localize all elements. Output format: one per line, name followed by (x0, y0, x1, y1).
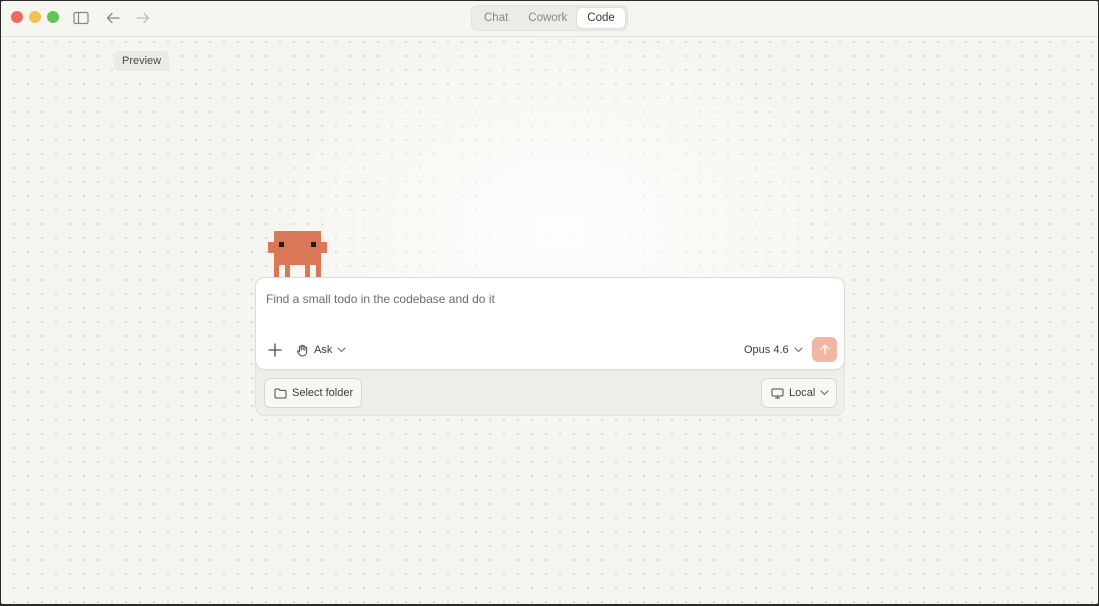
tab-code[interactable]: Code (577, 8, 625, 28)
hand-icon (296, 344, 308, 356)
maximize-window-button[interactable] (47, 11, 59, 23)
add-attachment-button[interactable] (266, 341, 284, 359)
sidebar-toggle-icon[interactable] (71, 8, 91, 28)
environment-label: Local (789, 387, 816, 399)
prompt-input[interactable]: Find a small todo in the codebase and do… (266, 292, 495, 306)
composer: Find a small todo in the codebase and do… (255, 277, 845, 416)
send-button[interactable] (812, 337, 837, 362)
environment-selector[interactable]: Local (761, 378, 837, 408)
chevron-down-icon (820, 390, 829, 396)
pixel-mascot-icon (268, 231, 328, 277)
model-label: Opus 4.6 (744, 344, 789, 356)
close-window-button[interactable] (11, 11, 23, 23)
back-arrow-icon[interactable] (103, 8, 123, 28)
tab-cowork[interactable]: Cowork (518, 8, 577, 28)
prompt-box[interactable]: Find a small todo in the codebase and do… (255, 277, 845, 370)
app-window: Chat Cowork Code Preview Find a small to… (1, 1, 1098, 604)
plus-icon (268, 343, 282, 357)
select-folder-label: Select folder (292, 387, 354, 399)
chevron-down-icon (337, 347, 346, 353)
ask-mode-label: Ask (314, 344, 333, 356)
minimize-window-button[interactable] (29, 11, 41, 23)
forward-arrow-icon[interactable] (133, 8, 153, 28)
monitor-icon (771, 388, 784, 398)
folder-icon (274, 388, 287, 398)
tab-chat[interactable]: Chat (474, 8, 518, 28)
ask-mode-button[interactable]: Ask (296, 341, 346, 359)
model-selector[interactable]: Opus 4.6 (744, 341, 803, 359)
select-folder-button[interactable]: Select folder (264, 378, 362, 408)
arrow-up-icon (820, 344, 829, 355)
chevron-down-icon (794, 347, 803, 353)
mode-switcher: Chat Cowork Code (471, 5, 628, 31)
title-bar: Chat Cowork Code (1, 1, 1098, 37)
preview-badge: Preview (114, 51, 170, 71)
